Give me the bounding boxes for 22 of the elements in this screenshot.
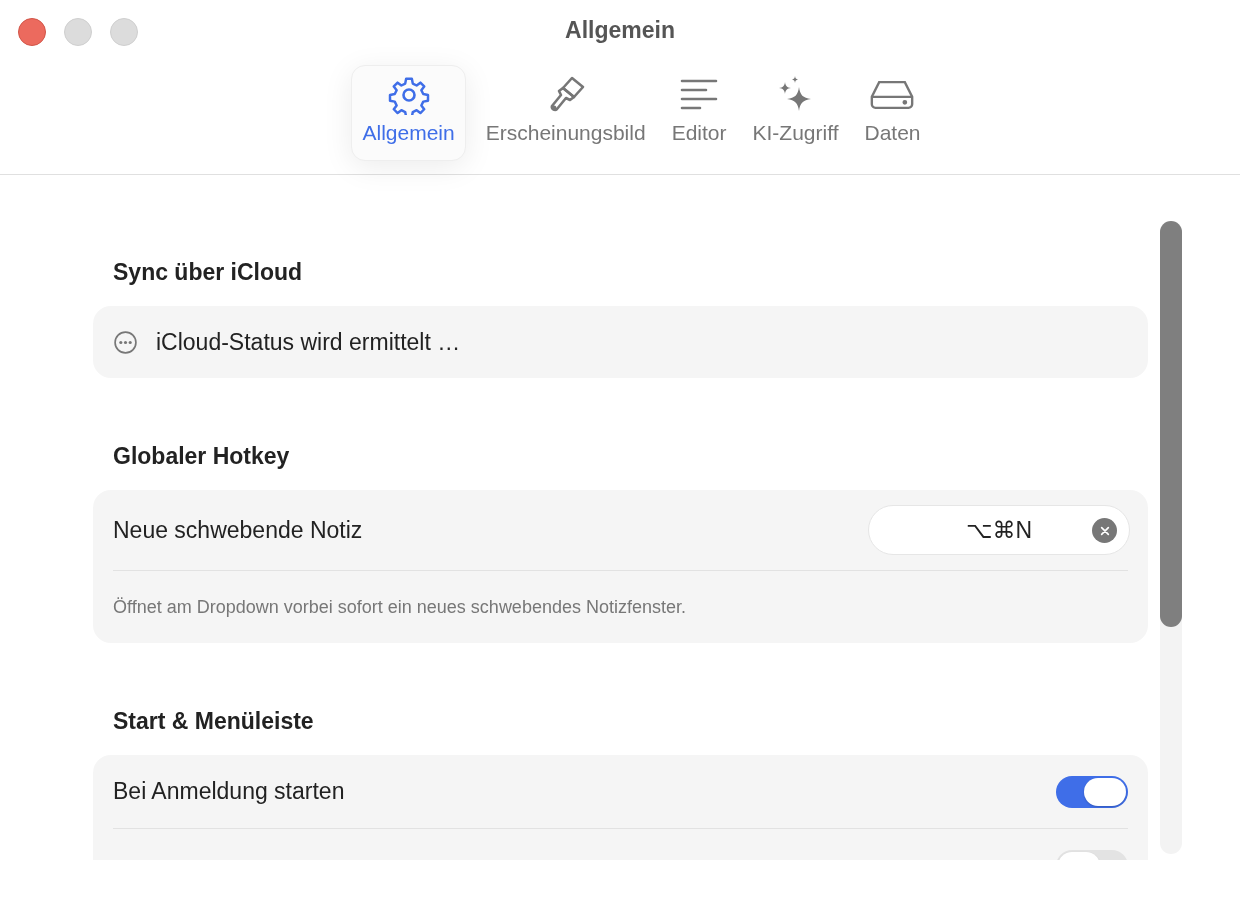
status-text: iCloud-Status wird ermittelt … — [156, 328, 461, 356]
minimize-button[interactable] — [64, 18, 92, 46]
scrollbar-thumb[interactable] — [1160, 221, 1182, 627]
zoom-button[interactable] — [110, 18, 138, 46]
toolbar-tab[interactable]: Allgemein — [351, 65, 466, 161]
section-heading: Globaler Hotkey — [112, 442, 291, 470]
toolbar-tab[interactable]: Editor — [665, 65, 733, 161]
setting-label: Neue schwebende Notiz — [113, 516, 363, 544]
toolbar-tab[interactable]: Daten — [858, 65, 927, 161]
section-heading: Sync über iCloud — [112, 258, 304, 286]
close-button[interactable] — [18, 18, 46, 46]
description-text: Öffnet am Dropdown vorbei sofort ein neues schwebendes Notizfenster. — [113, 596, 686, 618]
section-heading: Start & Menüleiste — [112, 707, 315, 735]
settings-icon — [386, 75, 431, 115]
window-title: Allgemein — [565, 16, 675, 44]
ellipsis-circle-icon — [113, 329, 138, 355]
clear-icon[interactable] — [1092, 518, 1117, 543]
toolbar-tab[interactable]: KI-Zugriff — [746, 65, 845, 161]
setting-label: Bei Anmeldung starten — [113, 778, 345, 805]
toolbar-tab[interactable]: Erscheinungsbild — [479, 65, 652, 161]
toggle-switch[interactable] — [1056, 775, 1128, 808]
hotkey-field[interactable]: ⌥⌘N — [868, 505, 1130, 555]
